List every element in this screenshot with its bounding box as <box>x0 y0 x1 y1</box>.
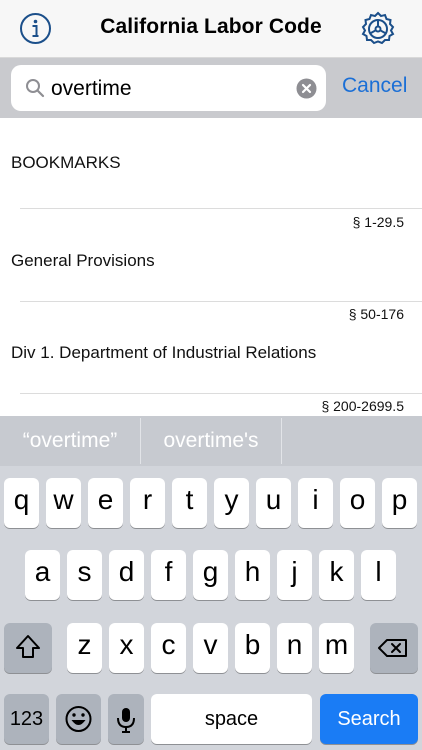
emoji-icon <box>65 706 92 732</box>
key-d[interactable]: d <box>109 550 144 600</box>
suggestion-item[interactable]: overtime's <box>141 416 281 466</box>
emoji-key[interactable] <box>56 694 101 744</box>
key-m[interactable]: m <box>319 623 354 673</box>
key-a[interactable]: a <box>25 550 60 600</box>
key-g[interactable]: g <box>193 550 228 600</box>
key-e[interactable]: e <box>88 478 123 528</box>
predictive-text-bar: “overtime” overtime's <box>0 416 422 466</box>
key-v[interactable]: v <box>193 623 228 673</box>
list-item-title: BOOKMARKS <box>11 153 121 172</box>
section-range: § 50-176 <box>348 306 404 322</box>
list-item-title: General Provisions <box>11 251 155 270</box>
settings-button[interactable] <box>360 11 396 47</box>
key-h[interactable]: h <box>235 550 270 600</box>
cancel-button[interactable]: Cancel <box>342 74 407 98</box>
divider <box>20 393 422 394</box>
space-key[interactable]: space <box>151 694 312 744</box>
section-range: § 200-2699.5 <box>321 398 404 414</box>
key-u[interactable]: u <box>256 478 291 528</box>
key-i[interactable]: i <box>298 478 333 528</box>
shift-icon <box>16 635 40 658</box>
gear-icon <box>361 11 395 45</box>
key-c[interactable]: c <box>151 623 186 673</box>
key-t[interactable]: t <box>172 478 207 528</box>
key-n[interactable]: n <box>277 623 312 673</box>
clear-icon[interactable] <box>296 78 317 99</box>
key-w[interactable]: w <box>46 478 81 528</box>
search-bar: overtime Cancel <box>0 58 422 118</box>
key-l[interactable]: l <box>361 550 396 600</box>
page-title: California Labor Code <box>100 15 322 38</box>
key-f[interactable]: f <box>151 550 186 600</box>
delete-key[interactable] <box>370 623 418 673</box>
keyboard: q w e r t y u i o p a s d f g h j k l z … <box>0 466 422 750</box>
microphone-icon <box>117 708 135 733</box>
key-p[interactable]: p <box>382 478 417 528</box>
divider <box>20 301 422 302</box>
key-x[interactable]: x <box>109 623 144 673</box>
search-key[interactable]: Search <box>320 694 418 744</box>
key-o[interactable]: o <box>340 478 375 528</box>
key-j[interactable]: j <box>277 550 312 600</box>
key-r[interactable]: r <box>130 478 165 528</box>
key-k[interactable]: k <box>319 550 354 600</box>
divider <box>20 208 422 209</box>
key-s[interactable]: s <box>67 550 102 600</box>
delete-icon <box>378 639 407 657</box>
section-list: BOOKMARKS § 1-29.5 General Provisions § … <box>0 118 422 416</box>
key-z[interactable]: z <box>67 623 102 673</box>
search-icon <box>26 79 45 98</box>
suggestion-item[interactable]: “overtime” <box>0 416 140 466</box>
shift-key[interactable] <box>4 623 52 673</box>
key-q[interactable]: q <box>4 478 39 528</box>
nav-bar: California Labor Code <box>0 0 422 58</box>
list-item-title: Div 1. Department of Industrial Relation… <box>11 343 317 362</box>
search-input[interactable]: overtime <box>11 65 326 111</box>
microphone-key[interactable] <box>108 694 144 744</box>
numbers-key[interactable]: 123 <box>4 694 49 744</box>
suggestion-item[interactable] <box>282 416 422 466</box>
search-query-text: overtime <box>51 77 132 100</box>
key-b[interactable]: b <box>235 623 270 673</box>
section-range: § 1-29.5 <box>352 214 404 230</box>
key-y[interactable]: y <box>214 478 249 528</box>
